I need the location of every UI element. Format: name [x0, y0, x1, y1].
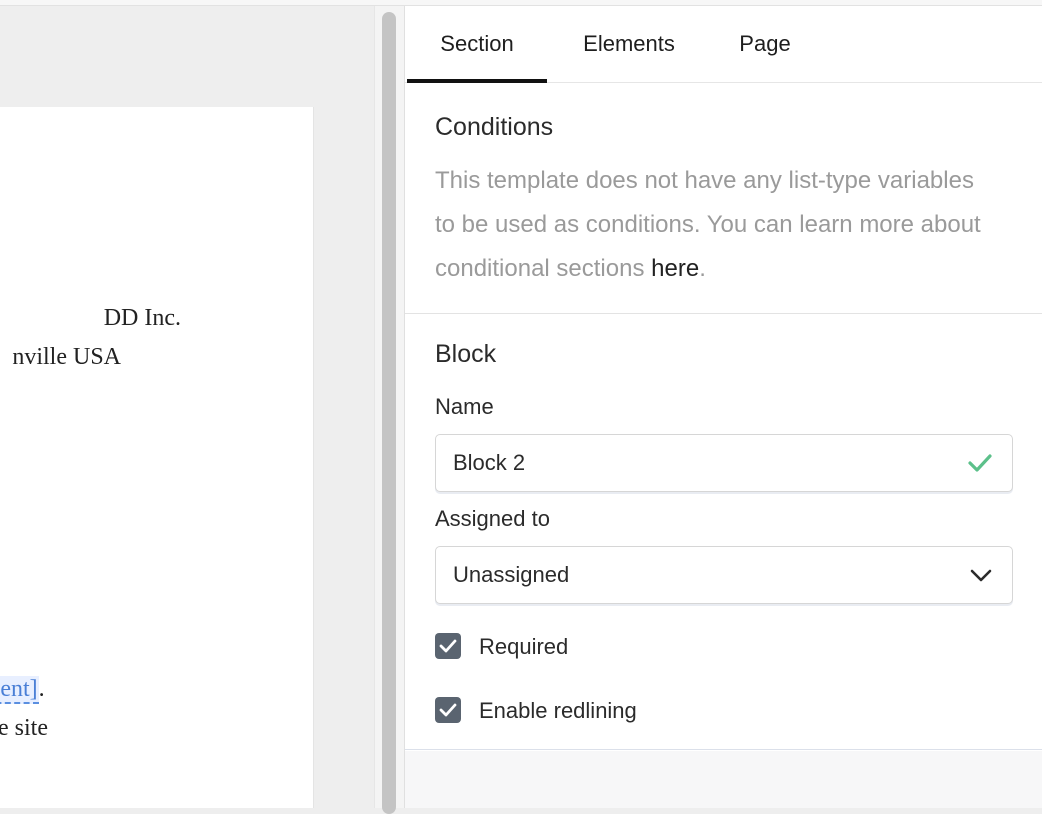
doc-client-suffix: . — [38, 676, 45, 702]
required-label: Required — [479, 634, 569, 659]
conditions-description: This template does not have any list-typ… — [435, 159, 995, 291]
doc-client-variable[interactable]: lient] — [0, 676, 39, 704]
document-page — [0, 107, 314, 808]
checkbox-checked-icon — [439, 703, 457, 717]
assigned-to-value: Unassigned — [453, 562, 570, 587]
tab-page[interactable]: Page — [723, 6, 807, 82]
check-icon — [968, 454, 992, 472]
block-heading: Block — [435, 340, 497, 368]
tab-section[interactable]: Section — [407, 6, 547, 83]
redlining-checkbox[interactable] — [435, 697, 461, 723]
redlining-label: Enable redlining — [479, 698, 637, 723]
panel-footer — [405, 751, 1042, 808]
assigned-to-label: Assigned to — [435, 506, 550, 531]
properties-panel: Section Elements Page Conditions This te… — [404, 6, 1042, 808]
conditions-help-link[interactable]: here — [651, 255, 699, 282]
conditions-description-suffix: . — [699, 255, 706, 282]
conditions-section: Conditions This template does not have a… — [405, 83, 1042, 314]
chevron-down-icon[interactable] — [970, 565, 992, 585]
doc-company-name: DD Inc. — [103, 305, 181, 331]
block-section: Block Name Assigned to Unassigned Requir… — [405, 314, 1042, 750]
conditions-heading: Conditions — [435, 113, 554, 141]
conditions-description-text: This template does not have any list-typ… — [435, 167, 981, 282]
assigned-to-select[interactable]: Unassigned — [435, 546, 1013, 604]
top-border — [0, 0, 1042, 6]
scrollbar-thumb[interactable] — [382, 12, 396, 814]
panel-tabs: Section Elements Page — [405, 6, 1042, 83]
document-canvas: DD Inc. nville USA lient]. he site — [0, 0, 374, 808]
name-field[interactable] — [435, 434, 1013, 492]
name-label: Name — [435, 394, 494, 419]
doc-city-line: nville USA — [12, 344, 121, 370]
canvas-scrollbar[interactable] — [374, 6, 405, 814]
tab-elements[interactable]: Elements — [565, 6, 693, 82]
name-input[interactable] — [453, 435, 933, 491]
checkbox-checked-icon — [439, 639, 457, 653]
required-checkbox[interactable] — [435, 633, 461, 659]
doc-client-line: lient]. — [0, 675, 45, 704]
doc-site-line: he site — [0, 715, 48, 741]
